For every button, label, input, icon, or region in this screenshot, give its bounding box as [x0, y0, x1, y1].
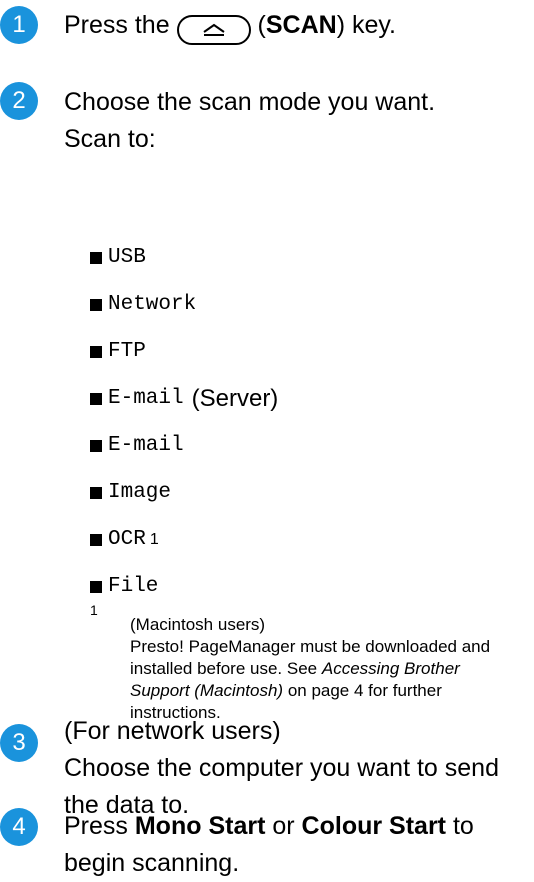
scan-key-icon — [176, 15, 251, 45]
scan-target-list: USB Network FTP E-mail (Server) E-mail Im… — [90, 234, 278, 610]
list-item: E-mail — [90, 422, 278, 469]
step-4-badge: 4 — [0, 808, 38, 846]
step-1-text: Press the (SCAN) key. — [64, 7, 396, 45]
list-item: OCR 1 — [90, 516, 278, 563]
step-2-text: Choose the scan mode you want. Scan to: — [64, 88, 436, 153]
list-item: USB — [90, 234, 278, 281]
step-4-text: Press Mono Start or Colour Start to begi… — [64, 812, 474, 877]
list-item: E-mail (Server) — [90, 375, 278, 422]
list-item: Image — [90, 469, 278, 516]
list-item: FTP — [90, 328, 278, 375]
step-2-badge: 2 — [0, 82, 38, 120]
list-item: Network — [90, 281, 278, 328]
step-3-badge: 3 — [0, 724, 38, 762]
list-item: File — [90, 563, 278, 610]
step-1-badge: 1 — [0, 6, 38, 44]
